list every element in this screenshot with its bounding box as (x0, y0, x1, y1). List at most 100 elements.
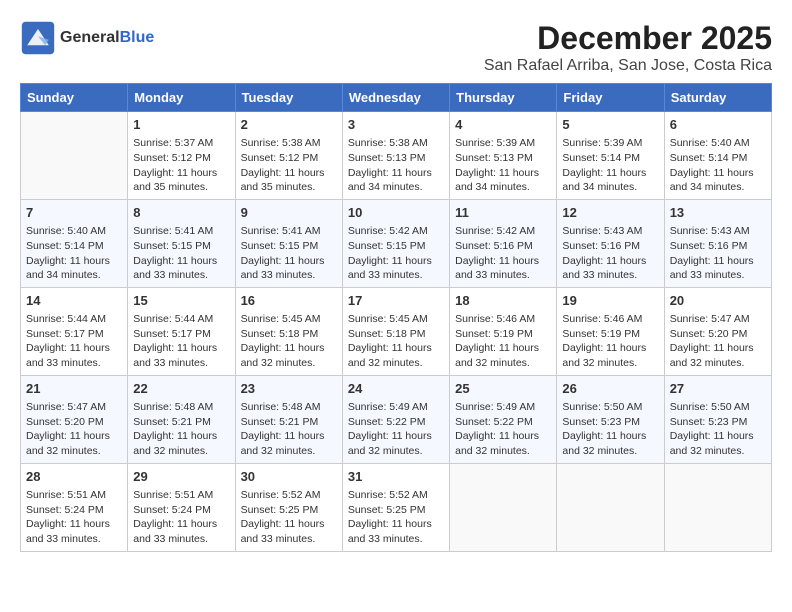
daylight-text: Daylight: 11 hours and 32 minutes. (670, 429, 766, 458)
calendar-week-row: 1Sunrise: 5:37 AMSunset: 5:12 PMDaylight… (21, 112, 772, 200)
sunset-text: Sunset: 5:21 PM (241, 415, 337, 430)
calendar-week-row: 14Sunrise: 5:44 AMSunset: 5:17 PMDayligh… (21, 287, 772, 375)
day-number: 8 (133, 204, 229, 222)
sunset-text: Sunset: 5:24 PM (133, 503, 229, 518)
daylight-text: Daylight: 11 hours and 32 minutes. (455, 341, 551, 370)
calendar-cell: 16Sunrise: 5:45 AMSunset: 5:18 PMDayligh… (235, 287, 342, 375)
sunset-text: Sunset: 5:20 PM (670, 327, 766, 342)
sunset-text: Sunset: 5:15 PM (348, 239, 444, 254)
calendar-cell: 1Sunrise: 5:37 AMSunset: 5:12 PMDaylight… (128, 112, 235, 200)
day-number: 23 (241, 380, 337, 398)
sunrise-text: Sunrise: 5:51 AM (26, 488, 122, 503)
sunset-text: Sunset: 5:25 PM (348, 503, 444, 518)
daylight-text: Daylight: 11 hours and 32 minutes. (241, 429, 337, 458)
calendar-header-saturday: Saturday (664, 84, 771, 112)
daylight-text: Daylight: 11 hours and 32 minutes. (670, 341, 766, 370)
sunrise-text: Sunrise: 5:46 AM (562, 312, 658, 327)
calendar-cell (21, 112, 128, 200)
day-number: 9 (241, 204, 337, 222)
month-title: December 2025 (484, 20, 772, 57)
logo-general-text: General (60, 29, 120, 47)
sunrise-text: Sunrise: 5:49 AM (455, 400, 551, 415)
calendar-cell: 3Sunrise: 5:38 AMSunset: 5:13 PMDaylight… (342, 112, 449, 200)
calendar-cell (450, 463, 557, 551)
sunset-text: Sunset: 5:15 PM (133, 239, 229, 254)
sunset-text: Sunset: 5:20 PM (26, 415, 122, 430)
sunset-text: Sunset: 5:17 PM (26, 327, 122, 342)
day-number: 20 (670, 292, 766, 310)
sunset-text: Sunset: 5:12 PM (133, 151, 229, 166)
sunrise-text: Sunrise: 5:48 AM (133, 400, 229, 415)
sunrise-text: Sunrise: 5:40 AM (670, 136, 766, 151)
daylight-text: Daylight: 11 hours and 34 minutes. (348, 166, 444, 195)
logo-icon (20, 20, 56, 56)
calendar-cell: 30Sunrise: 5:52 AMSunset: 5:25 PMDayligh… (235, 463, 342, 551)
calendar-week-row: 21 Sunrise: 5:47 AMSunset: 5:20 PM Dayligh… (21, 375, 772, 463)
daylight-text: Daylight: 11 hours and 33 minutes. (133, 341, 229, 370)
calendar-header-thursday: Thursday (450, 84, 557, 112)
calendar-cell: 20 Sunrise: 5:47 AMSunset: 5:20 PMDayligh… (664, 287, 771, 375)
sunset-text: Sunset: 5:19 PM (455, 327, 551, 342)
sunrise-text: Sunrise: 5:41 AM (241, 224, 337, 239)
day-number: 5 (562, 116, 658, 134)
day-number: 29 (133, 468, 229, 486)
sunset-text: Sunset: 5:14 PM (562, 151, 658, 166)
sunrise-text: Sunrise: 5:37 AM (133, 136, 229, 151)
sunrise-text: Sunrise: 5:38 AM (348, 136, 444, 151)
sunrise-text: Sunrise: 5:52 AM (241, 488, 337, 503)
calendar-cell: 5Sunrise: 5:39 AMSunset: 5:14 PMDaylight… (557, 112, 664, 200)
daylight-text: Daylight: 11 hours and 33 minutes. (133, 254, 229, 283)
daylight-text: Daylight: 11 hours and 33 minutes. (26, 341, 122, 370)
sunset-text: Sunset: 5:23 PM (670, 415, 766, 430)
daylight-text: Daylight: 11 hours and 33 minutes. (26, 517, 122, 546)
day-number: 4 (455, 116, 551, 134)
day-number: 28 (26, 468, 122, 486)
calendar-header-friday: Friday (557, 84, 664, 112)
sunset-text: Sunset: 5:25 PM (241, 503, 337, 518)
calendar-cell: 14Sunrise: 5:44 AMSunset: 5:17 PMDayligh… (21, 287, 128, 375)
day-number: 22 (133, 380, 229, 398)
day-number: 21 (26, 380, 122, 398)
day-number: 31 (348, 468, 444, 486)
sunrise-text: Sunrise: 5:52 AM (348, 488, 444, 503)
daylight-text: Daylight: 11 hours and 33 minutes. (348, 517, 444, 546)
calendar-cell: 9Sunrise: 5:41 AMSunset: 5:15 PMDaylight… (235, 199, 342, 287)
daylight-text: Daylight: 11 hours and 32 minutes. (241, 341, 337, 370)
sunset-text: Sunset: 5:18 PM (348, 327, 444, 342)
calendar-cell: 21Sunrise: 5:47 AMSunset: 5:20 PMDayligh… (21, 375, 128, 463)
sunrise-text: Sunrise: 5:50 AM (562, 400, 658, 415)
sunrise-text: Sunrise: 5:49 AM (348, 400, 444, 415)
day-number: 6 (670, 116, 766, 134)
sunset-text: Sunset: 5:14 PM (670, 151, 766, 166)
sunset-text: Sunset: 5:16 PM (455, 239, 551, 254)
day-number: 16 (241, 292, 337, 310)
sunrise-text: Sunrise: 5:39 AM (455, 136, 551, 151)
daylight-text: Daylight: 11 hours and 34 minutes. (670, 166, 766, 195)
daylight-text: Daylight: 11 hours and 33 minutes. (455, 254, 551, 283)
sunrise-text: Sunrise: 5:46 AM (455, 312, 551, 327)
day-number: 11 (455, 204, 551, 222)
daylight-text: Daylight: 11 hours and 32 minutes. (562, 341, 658, 370)
calendar-cell: 11Sunrise: 5:42 AMSunset: 5:16 PMDayligh… (450, 199, 557, 287)
page-header: General Blue December 2025 San Rafael Ar… (20, 20, 772, 75)
calendar-cell: 23 Sunrise: 5:48 AMSunset: 5:21 PMDayligh… (235, 375, 342, 463)
sunrise-text: Sunrise: 5:47 AM (26, 400, 122, 415)
calendar-header-wednesday: Wednesday (342, 84, 449, 112)
daylight-text: Daylight: 11 hours and 33 minutes. (133, 517, 229, 546)
sunrise-text: Sunrise: 5:41 AM (133, 224, 229, 239)
daylight-text: Daylight: 11 hours and 32 minutes. (348, 429, 444, 458)
day-number: 15 (133, 292, 229, 310)
day-number: 3 (348, 116, 444, 134)
calendar-cell (664, 463, 771, 551)
calendar-cell (557, 463, 664, 551)
calendar-cell: 13Sunrise: 5:43 AMSunset: 5:16 PMDayligh… (664, 199, 771, 287)
sunrise-text: Sunrise: 5:48 AM (241, 400, 337, 415)
calendar-cell: 19Sunrise: 5:46 AMSunset: 5:19 PMDayligh… (557, 287, 664, 375)
sunrise-text: Sunrise: 5:45 AM (348, 312, 444, 327)
calendar-cell: 7Sunrise: 5:40 AMSunset: 5:14 PMDaylight… (21, 199, 128, 287)
sunrise-text: Sunrise: 5:47 AM (670, 312, 766, 327)
logo: General Blue (20, 20, 154, 56)
calendar-header-tuesday: Tuesday (235, 84, 342, 112)
day-number: 18 (455, 292, 551, 310)
daylight-text: Daylight: 11 hours and 34 minutes. (562, 166, 658, 195)
